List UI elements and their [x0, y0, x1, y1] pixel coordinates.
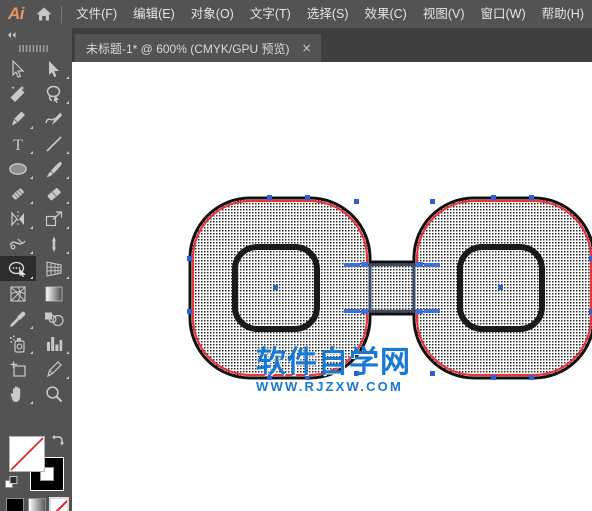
tool-flyout-indicator — [30, 201, 33, 204]
tool-flyout-indicator — [66, 76, 69, 79]
selection-tool[interactable] — [0, 56, 36, 81]
fill-swatch[interactable] — [9, 436, 45, 472]
eraser-tool[interactable] — [36, 181, 72, 206]
line-segment-tool[interactable] — [36, 131, 72, 156]
menu-bar: Ai 文件(F) 编辑(E) 对象(O) 文字(T) 选择(S) 效果(C) 视… — [0, 0, 592, 28]
menu-divider — [61, 5, 63, 23]
gradient-tool[interactable] — [36, 281, 72, 306]
swap-fill-stroke-icon[interactable] — [50, 434, 64, 448]
perspective-grid-tool[interactable] — [36, 256, 72, 281]
tool-flyout-indicator — [66, 351, 69, 354]
tool-flyout-indicator — [66, 101, 69, 104]
hand-tool[interactable] — [0, 381, 36, 406]
symbol-sprayer-tool[interactable] — [0, 331, 36, 356]
tool-flyout-indicator — [66, 276, 69, 279]
menu-item-type[interactable]: 文字(T) — [242, 0, 299, 28]
blend-tool[interactable] — [36, 306, 72, 331]
tool-flyout-indicator — [30, 151, 33, 154]
tool-flyout-indicator — [30, 126, 33, 129]
free-transform-tool[interactable] — [36, 231, 72, 256]
menu-item-window[interactable]: 窗口(W) — [473, 0, 534, 28]
tool-flyout-indicator — [30, 226, 33, 229]
eyedropper-tool[interactable] — [0, 306, 36, 331]
artboard-tool[interactable] — [0, 356, 36, 381]
menu-item-help[interactable]: 帮助(H) — [534, 0, 592, 28]
shape-group[interactable] — [187, 195, 592, 380]
shape-builder-tool[interactable] — [0, 256, 36, 281]
default-fill-stroke-icon[interactable] — [5, 476, 19, 490]
svg-text:T: T — [13, 137, 23, 153]
menu-item-file[interactable]: 文件(F) — [68, 0, 125, 28]
slice-tool[interactable] — [36, 356, 72, 381]
tool-flyout-indicator — [66, 176, 69, 179]
column-graph-tool[interactable] — [36, 331, 72, 356]
magic-wand-tool[interactable] — [0, 81, 36, 106]
document-tab-bar: 未标题-1* @ 600% (CMYK/GPU 预览) × — [0, 28, 592, 62]
tool-grid: T — [0, 56, 72, 406]
collapse-panel-icon[interactable] — [0, 28, 72, 42]
tool-flyout-indicator — [30, 326, 33, 329]
direct-selection-tool[interactable] — [36, 56, 72, 81]
width-tool[interactable] — [0, 231, 36, 256]
menu-item-view[interactable]: 视图(V) — [415, 0, 473, 28]
paintbrush-tool[interactable] — [36, 156, 72, 181]
tool-flyout-indicator — [66, 251, 69, 254]
none-slash-icon — [51, 499, 67, 511]
close-icon[interactable]: × — [302, 42, 312, 54]
illustrator-window: Ai 文件(F) 编辑(E) 对象(O) 文字(T) 选择(S) 效果(C) 视… — [0, 0, 592, 511]
tool-flyout-indicator — [66, 151, 69, 154]
curvature-tool[interactable] — [36, 106, 72, 131]
tool-flyout-indicator — [66, 376, 69, 379]
app-logo: Ai — [7, 4, 24, 23]
tool-flyout-indicator — [30, 176, 33, 179]
panel-drag-handle[interactable] — [0, 42, 72, 54]
menu-item-effect[interactable]: 效果(C) — [356, 0, 414, 28]
tool-flyout-indicator — [66, 226, 69, 229]
color-mode-button[interactable] — [6, 498, 24, 511]
menu-item-list: 文件(F) 编辑(E) 对象(O) 文字(T) 选择(S) 效果(C) 视图(V… — [68, 0, 592, 28]
home-icon[interactable] — [28, 0, 59, 28]
artwork-vector — [187, 195, 592, 380]
type-tool[interactable]: T — [0, 131, 36, 156]
ellipse-tool[interactable] — [0, 156, 36, 181]
canvas-artboard[interactable] — [72, 62, 592, 511]
rotate-tool[interactable] — [0, 206, 36, 231]
lasso-tool[interactable] — [36, 81, 72, 106]
menu-item-select[interactable]: 选择(S) — [299, 0, 357, 28]
menu-item-object[interactable]: 对象(O) — [183, 0, 242, 28]
document-tab[interactable]: 未标题-1* @ 600% (CMYK/GPU 预览) × — [75, 34, 321, 62]
tool-flyout-indicator — [66, 201, 69, 204]
mesh-tool[interactable] — [0, 281, 36, 306]
scale-tool[interactable] — [36, 206, 72, 231]
fill-stroke-controls — [0, 432, 72, 511]
tool-flyout-indicator — [30, 276, 33, 279]
none-mode-button[interactable] — [49, 497, 69, 511]
tool-flyout-indicator — [30, 251, 33, 254]
document-tab-title: 未标题-1* @ 600% (CMYK/GPU 预览) — [86, 41, 290, 56]
tool-flyout-indicator — [30, 401, 33, 404]
menu-item-edit[interactable]: 编辑(E) — [125, 0, 183, 28]
fill-mode-buttons — [6, 497, 69, 511]
shaper-tool[interactable] — [0, 181, 36, 206]
zoom-tool[interactable] — [36, 381, 72, 406]
pen-tool[interactable] — [0, 106, 36, 131]
tool-flyout-indicator — [30, 351, 33, 354]
tool-panel: T — [0, 28, 73, 511]
gradient-mode-button[interactable] — [28, 498, 46, 511]
